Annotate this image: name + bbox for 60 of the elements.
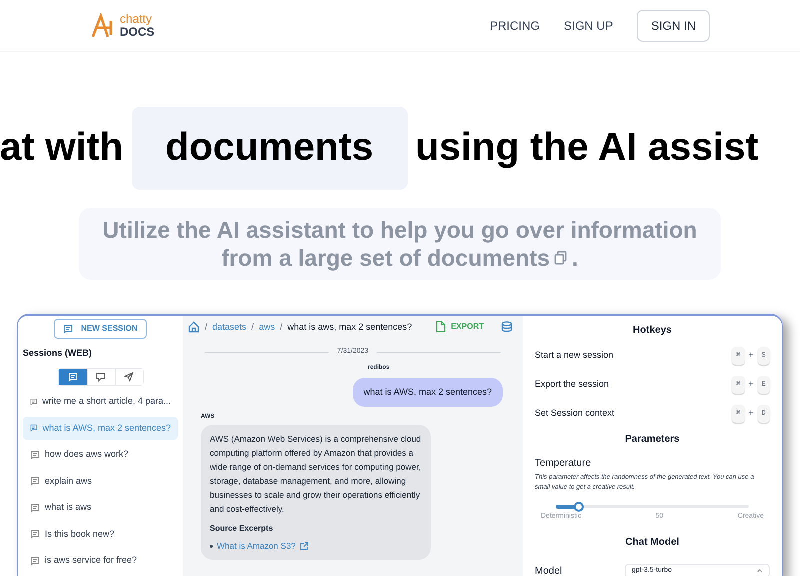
send-icon — [124, 372, 134, 382]
model-label: Model — [535, 564, 562, 576]
session-item[interactable]: how does aws work? — [23, 443, 178, 466]
hero-subtitle: Utilize the AI assistant to help you go over information — [102, 216, 698, 244]
breadcrumb-separator: / — [280, 320, 283, 334]
chat-model-heading: Chat Model — [626, 536, 680, 550]
chat-icon — [30, 423, 38, 434]
logo-text: DOCS — [120, 26, 155, 38]
breadcrumb-separator: / — [252, 320, 254, 334]
logo-text: chatty — [120, 12, 154, 26]
home-icon[interactable] — [188, 321, 200, 334]
hero-title-highlight: documents — [132, 107, 408, 190]
slider-thumb[interactable] — [574, 502, 584, 512]
session-item[interactable]: what is aws — [23, 496, 178, 520]
nav-link[interactable]: PRICING — [490, 16, 540, 34]
chat-icon — [30, 396, 38, 407]
hotkey-label: Start a new session — [535, 349, 614, 362]
breadcrumb-link[interactable]: datasets — [212, 320, 247, 334]
breadcrumb-link[interactable]: aws — [259, 320, 276, 334]
message-icon — [96, 372, 106, 382]
parameters-heading: Parameters — [625, 432, 680, 446]
chat-icon — [30, 556, 40, 566]
chat-icon — [30, 529, 40, 540]
temperature-label: Temperature — [535, 456, 592, 470]
hero-subtitle: . — [572, 244, 578, 272]
external-link-icon[interactable] — [300, 542, 309, 551]
breadcrumb-current: what is aws, max 2 sentences? — [288, 320, 412, 334]
session-item[interactable]: write me a short article, 4 para... — [23, 390, 178, 414]
key-joiner: + — [748, 407, 754, 420]
message-text: AWS (Amazon Web Services) is a comprehensive cloud computing platform offered by Amazon that provides a wide range of on-demand services for computing power, storage, database management, and more, allowing businesses to scale and grow their operations efficiently and cost-effectively. — [210, 433, 422, 516]
hero-title: using the AI assist — [416, 125, 759, 171]
chat-icon — [30, 450, 40, 460]
chat-icon — [63, 324, 74, 334]
hotkeys-heading: Hotkeys — [633, 324, 672, 338]
key-joiner: + — [748, 349, 754, 362]
caret-icon — [757, 568, 763, 574]
chat-icon — [68, 372, 78, 382]
hero-subtitle: from a large set of documents — [222, 244, 550, 272]
hotkey-label: Export the session — [535, 378, 610, 392]
sign-in-button[interactable]: SIGN IN — [637, 10, 710, 42]
filter-tab[interactable] — [58, 369, 86, 385]
session-item[interactable]: is aws service for free? — [23, 549, 178, 572]
chat-icon — [30, 476, 40, 486]
bullet-icon — [210, 544, 213, 548]
copy-icon — [554, 250, 568, 264]
hotkey-label: Set Session context — [535, 407, 615, 420]
source-excerpts-heading: Source Excerpts — [210, 523, 274, 535]
chat-icon — [30, 502, 40, 513]
new-session-button[interactable]: NEW SESSION — [54, 318, 147, 338]
database-icon[interactable] — [501, 321, 513, 334]
nav-link[interactable]: SIGN UP — [564, 16, 614, 34]
file-export-icon — [436, 321, 446, 334]
breadcrumb-separator: / — [205, 320, 208, 334]
sessions-heading: Sessions (WEB) — [23, 346, 94, 360]
session-item[interactable]: Is this book new? — [23, 522, 178, 546]
filter-tab[interactable] — [114, 369, 142, 385]
user-message: what is AWS, max 2 sentences? — [352, 378, 503, 407]
key-joiner: + — [748, 378, 754, 392]
session-item[interactable]: explain aws — [23, 470, 178, 493]
hero-title: at with — [0, 125, 124, 171]
